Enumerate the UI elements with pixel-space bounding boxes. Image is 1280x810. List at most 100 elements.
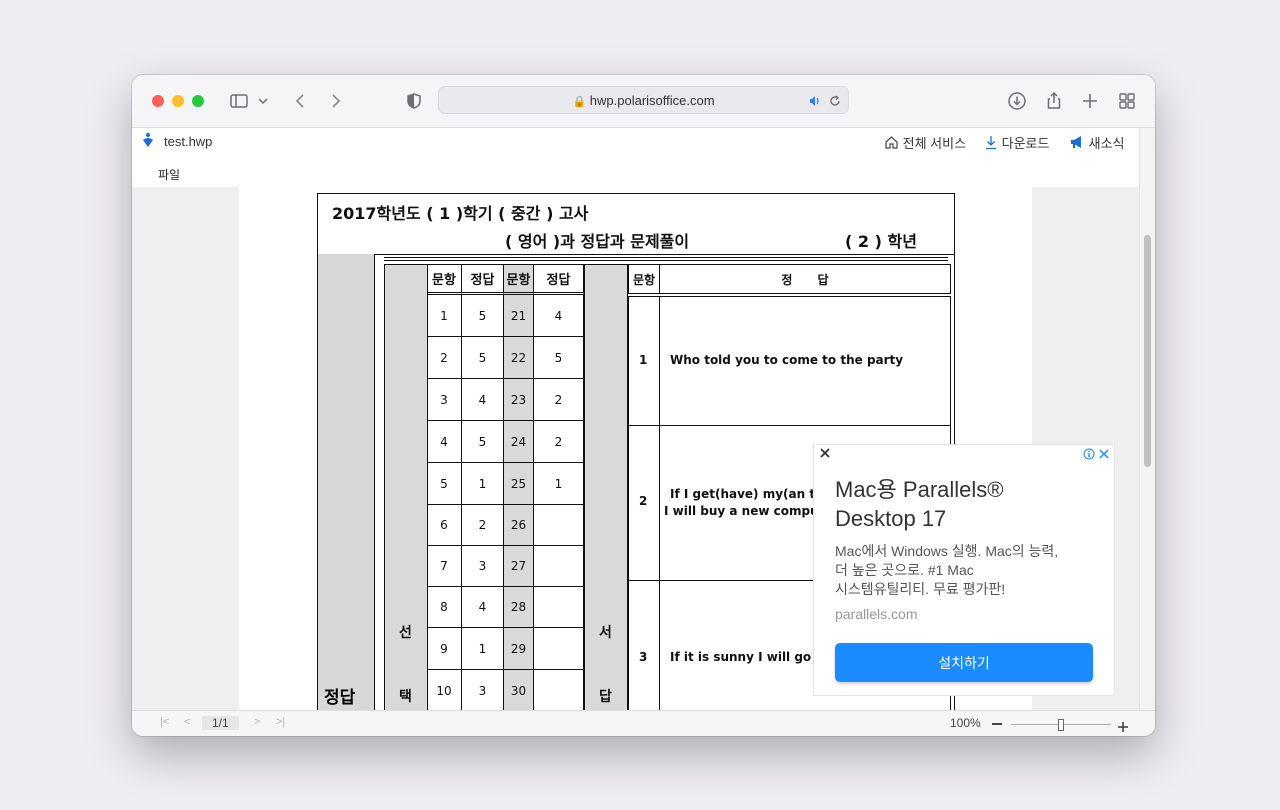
mc-cell: 23 xyxy=(504,379,534,421)
prev-page-icon[interactable]: < xyxy=(184,716,190,728)
ad-domain[interactable]: parallels.com xyxy=(835,606,917,622)
essay-label-column: 서 답 xyxy=(584,264,628,710)
essay-header-number: 문항 xyxy=(628,264,660,294)
mc-cell: 5 xyxy=(462,421,504,463)
mc-cell: 2 xyxy=(534,421,584,463)
mc-header-cell: 정답 xyxy=(462,265,504,295)
mc-cell: 4 xyxy=(462,379,504,421)
zoom-slider[interactable] xyxy=(1011,719,1111,731)
essay-label-2: 답 xyxy=(599,689,612,705)
ad-description[interactable]: Mac에서 Windows 실행. Mac의 능력, 더 높은 곳으로. #1 … xyxy=(835,542,1058,599)
mc-cell: 8 xyxy=(427,587,462,628)
reload-icon[interactable] xyxy=(828,93,842,112)
essay-label-1: 서 xyxy=(599,625,612,641)
last-page-icon[interactable]: >| xyxy=(276,716,285,728)
news-link[interactable]: 새소식 xyxy=(1069,133,1125,152)
vertical-scrollbar[interactable] xyxy=(1139,128,1155,710)
forward-icon[interactable] xyxy=(326,91,346,111)
zoom-level: 100% xyxy=(950,716,981,730)
share-icon[interactable] xyxy=(1044,91,1064,111)
mc-cell: 2 xyxy=(427,337,462,379)
sidebar-toggle-icon[interactable] xyxy=(229,91,249,111)
mc-cell: 2 xyxy=(462,505,504,546)
mc-cell xyxy=(534,546,584,587)
mc-cell xyxy=(534,505,584,546)
first-page-icon[interactable]: |< xyxy=(160,716,169,728)
ad-install-button[interactable]: 설치하기 xyxy=(835,643,1093,682)
mc-cell: 1 xyxy=(534,463,584,505)
new-tab-icon[interactable] xyxy=(1080,91,1100,111)
selection-label-1: 선 xyxy=(399,625,412,641)
privacy-shield-icon[interactable] xyxy=(404,91,424,111)
menu-file[interactable]: 파일 xyxy=(158,166,180,183)
answer-side-column: 정답 xyxy=(318,254,375,710)
home-icon xyxy=(885,136,898,149)
megaphone-icon xyxy=(1071,136,1081,148)
close-window-button[interactable] xyxy=(152,95,164,107)
ad-close-icon[interactable] xyxy=(818,446,832,465)
mc-cell: 30 xyxy=(504,670,534,710)
mc-cell: 3 xyxy=(462,670,504,710)
scrollbar-thumb[interactable] xyxy=(1144,235,1151,467)
essay-row-number: 3 xyxy=(628,580,660,710)
divider xyxy=(384,257,948,258)
mc-cell: 9 xyxy=(427,628,462,670)
mc-cell: 6 xyxy=(427,505,462,546)
next-page-icon[interactable]: > xyxy=(254,716,260,728)
mc-cell: 1 xyxy=(427,295,462,337)
download-link[interactable]: 다운로드 xyxy=(984,133,1049,152)
zoom-out-icon[interactable] xyxy=(992,723,1002,725)
minimize-window-button[interactable] xyxy=(172,95,184,107)
exam-header: 2017학년도 ( 1 )학기 ( 중간 ) 고사 ( 영어 )과 정답과 문제… xyxy=(318,194,954,255)
mc-header-cell: 정답 xyxy=(534,265,584,295)
mc-cell xyxy=(534,628,584,670)
mc-cell: 10 xyxy=(427,670,462,710)
mc-cell: 5 xyxy=(462,295,504,337)
mc-cell xyxy=(534,670,584,710)
exam-subject: ( 영어 )과 정답과 문제풀이 xyxy=(505,232,690,251)
browser-toolbar: 🔒 hwp.polarisoffice.com xyxy=(132,75,1155,128)
mc-header-cell: 문항 xyxy=(504,265,534,295)
mc-cell: 3 xyxy=(462,546,504,587)
document-filename: test.hwp xyxy=(164,134,213,149)
essay-row-number: 2 xyxy=(628,425,660,581)
mc-cell: 3 xyxy=(427,379,462,421)
zoom-slider-thumb[interactable] xyxy=(1058,719,1064,731)
exam-title: 2017학년도 ( 1 )학기 ( 중간 ) 고사 xyxy=(332,204,589,223)
selection-label-2: 택 xyxy=(399,689,412,705)
all-services-link[interactable]: 전체 서비스 xyxy=(884,133,966,152)
url-text: 🔒 hwp.polarisoffice.com xyxy=(572,93,715,108)
mc-cell: 5 xyxy=(427,463,462,505)
audio-icon[interactable] xyxy=(808,93,822,112)
mc-cell: 28 xyxy=(504,587,534,628)
answer-side-label: 정답 xyxy=(324,688,356,708)
divider xyxy=(384,260,948,261)
mc-header-cell: 문항 xyxy=(427,265,462,295)
back-icon[interactable] xyxy=(290,91,310,111)
status-bar: |< < 1/1 > >| 100% xyxy=(132,710,1155,736)
mc-cell xyxy=(534,587,584,628)
tab-overview-icon[interactable] xyxy=(1117,91,1137,111)
ad-title[interactable]: Mac용 Parallels® Desktop 17 xyxy=(835,475,1004,533)
mc-cell: 21 xyxy=(504,295,534,337)
lock-icon: 🔒 xyxy=(572,96,587,108)
downloads-icon[interactable] xyxy=(1007,91,1027,111)
mc-cell: 22 xyxy=(504,337,534,379)
mc-cell: 24 xyxy=(504,421,534,463)
ad-dismiss-icon[interactable] xyxy=(1098,447,1110,465)
mc-cell: 7 xyxy=(427,546,462,587)
download-icon xyxy=(986,136,996,150)
chevron-down-icon[interactable] xyxy=(257,91,269,111)
address-bar[interactable]: 🔒 hwp.polarisoffice.com xyxy=(438,86,849,114)
mc-cell: 2 xyxy=(534,379,584,421)
page-indicator[interactable]: 1/1 xyxy=(202,716,239,730)
ad-info-icon[interactable] xyxy=(1083,447,1095,465)
selection-label-column: 선 택 xyxy=(385,265,428,710)
mc-cell: 26 xyxy=(504,505,534,546)
zoom-in-icon[interactable] xyxy=(1117,718,1129,736)
mc-cell: 29 xyxy=(504,628,534,670)
app-header: test.hwp 전체 서비스 다운로드 새소식 파일 xyxy=(132,128,1140,187)
essay-row-answer: Who told you to come to the party xyxy=(659,296,951,426)
exam-grade: ( 2 ) 학년 xyxy=(845,232,917,251)
zoom-window-button[interactable] xyxy=(192,95,204,107)
